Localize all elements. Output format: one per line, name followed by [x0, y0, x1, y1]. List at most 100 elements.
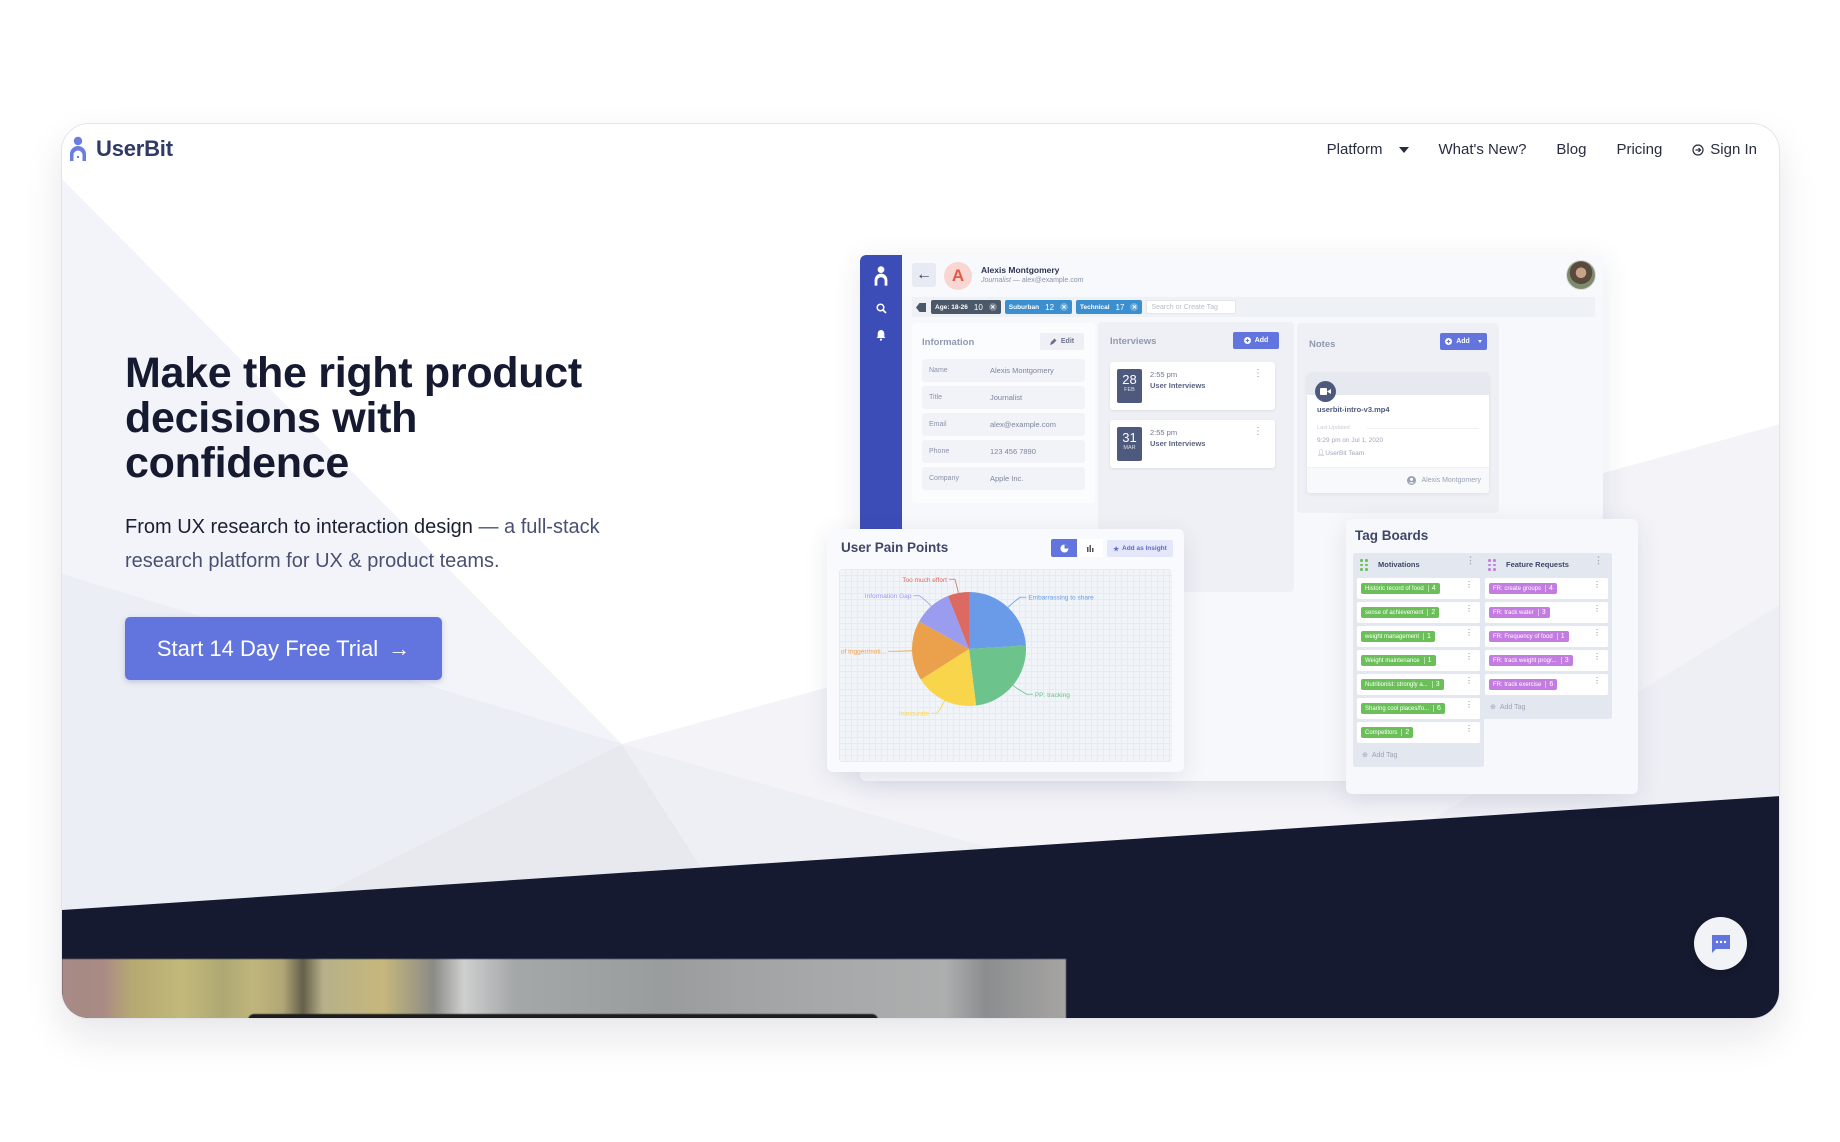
pie-chart-toggle[interactable]: [1051, 539, 1077, 557]
hero-headline: Make the right product decisions with co…: [125, 349, 582, 487]
kebab-menu-icon[interactable]: ⋮: [1465, 701, 1473, 709]
tag-pill[interactable]: weight management 1: [1361, 631, 1435, 642]
chat-widget-button[interactable]: [1694, 917, 1747, 970]
tag-bar: Age: 18-26 10 ✕ Suburban 12 ✕ Technical 17 ✕ Sea…: [912, 297, 1595, 317]
kebab-menu-icon[interactable]: ⋮: [1593, 605, 1601, 613]
caret-down-icon: [1477, 340, 1482, 343]
kebab-menu-icon[interactable]: ⋮: [1465, 725, 1473, 733]
kebab-menu-icon[interactable]: ⋮: [1465, 677, 1473, 685]
nav-platform-dropdown[interactable]: Platform: [1327, 141, 1409, 158]
tag-search-input[interactable]: Search or Create Tag: [1146, 300, 1237, 314]
tag-row: Sharing cool places/fo... 6 ⋮: [1357, 698, 1480, 719]
subtitle-emphasis: From UX research to interaction design: [125, 516, 473, 538]
tag-count: 3: [1537, 609, 1546, 616]
date-day: 28: [1122, 372, 1137, 387]
drag-handle-icon[interactable]: [1488, 559, 1496, 571]
interview-title: User Interviews: [1150, 439, 1206, 448]
info-value: Journalist: [990, 393, 1023, 402]
note-card[interactable]: userbit-intro-v3.mp4 Last Updated 9:29 p…: [1307, 373, 1489, 493]
nav-platform-label: Platform: [1326, 141, 1383, 158]
tag-chip-count: 17: [1115, 302, 1125, 312]
remove-tag-icon[interactable]: ✕: [988, 303, 997, 311]
remove-tag-icon[interactable]: ✕: [1060, 303, 1069, 311]
kebab-menu-icon[interactable]: ⋮: [1465, 581, 1473, 589]
kebab-menu-icon[interactable]: ⋮: [1465, 605, 1473, 613]
tag-pill[interactable]: FR: Frequency of food 1: [1489, 631, 1569, 642]
pie-slice-label: Embarrassing to share: [1028, 595, 1094, 602]
tag-label: weight management: [1365, 633, 1420, 640]
tag-chip-label: Suburban: [1008, 303, 1040, 311]
tag-chip[interactable]: Suburban 12 ✕: [1004, 300, 1073, 314]
bar-chart-toggle[interactable]: [1077, 539, 1103, 557]
bell-icon[interactable]: [860, 329, 902, 341]
start-trial-button[interactable]: Start 14 Day Free Trial →: [125, 617, 442, 680]
add-insight-label: Add as Insight: [1122, 545, 1167, 552]
kebab-menu-icon[interactable]: ⋮: [1593, 653, 1601, 661]
tag-chip[interactable]: Technical 17 ✕: [1076, 300, 1143, 314]
kebab-menu-icon[interactable]: ⋮: [1465, 629, 1473, 637]
user-pain-points-card: User Pain Points ★ Add as Insight Embarra…: [827, 529, 1184, 772]
notes-panel: Notes Add userbit-intro-v3.mp4 Last Upda…: [1297, 323, 1499, 513]
app-logo-icon[interactable]: [860, 265, 902, 287]
pencil-icon: [1049, 338, 1057, 345]
add-interview-button[interactable]: Add: [1233, 332, 1279, 349]
tag-pill[interactable]: FR: create groups 4: [1489, 583, 1557, 594]
info-row: Phone 123 456 7890: [922, 440, 1085, 463]
pie-label-leader: [913, 595, 932, 607]
edit-button[interactable]: Edit: [1040, 333, 1084, 350]
tag-pill[interactable]: FR: track exercise 6: [1489, 679, 1558, 690]
nav-pricing[interactable]: Pricing: [1616, 141, 1662, 158]
add-note-button[interactable]: Add: [1440, 333, 1487, 350]
kebab-menu-icon[interactable]: ⋮: [1465, 653, 1473, 661]
kebab-menu-icon[interactable]: ⋮: [1466, 556, 1475, 565]
back-arrow-icon[interactable]: ←: [912, 263, 936, 287]
tag-pill[interactable]: Nutritionist: strongly a... 3: [1361, 679, 1444, 690]
tag-board-column: Motivations ⋮ Historic record of food 4 ⋮ sen…: [1353, 553, 1484, 767]
person-name: Alexis Montgomery: [981, 265, 1060, 275]
tag-pill[interactable]: Weight maintenance 1: [1361, 655, 1436, 666]
tag-pill[interactable]: FR: track weight progr... 3: [1489, 655, 1573, 666]
profile-header: [902, 255, 1603, 295]
interviews-title: Interviews: [1110, 336, 1157, 347]
tag-label: Weight maintenance: [1365, 657, 1420, 664]
arrow-right-icon: →: [388, 635, 411, 661]
pie-slice-label: Too much effort: [902, 577, 947, 584]
kebab-menu-icon[interactable]: ⋮: [1253, 369, 1263, 379]
interview-card[interactable]: 31 MAR 2:55 pm User Interviews ⋮: [1110, 420, 1275, 468]
add-tag-label: Add Tag: [1499, 703, 1526, 711]
remove-tag-icon[interactable]: ✕: [1130, 303, 1139, 311]
kebab-menu-icon[interactable]: ⋮: [1593, 581, 1601, 589]
kebab-menu-icon[interactable]: ⋮: [1593, 677, 1601, 685]
add-as-insight-button[interactable]: ★ Add as Insight: [1107, 540, 1173, 557]
tag-row: FR: create groups 4 ⋮: [1485, 578, 1608, 599]
add-tag-button[interactable]: ⊕ Add Tag: [1353, 743, 1484, 767]
tag-pill[interactable]: sense of achievement 2: [1361, 607, 1440, 618]
edit-label: Edit: [1060, 338, 1075, 345]
pie-slice[interactable]: [969, 645, 1026, 706]
tag-pill[interactable]: FR: track water 3: [1489, 607, 1550, 618]
drag-handle-icon[interactable]: [1360, 559, 1368, 571]
tag-pill[interactable]: Historic record of food 4: [1361, 583, 1440, 594]
info-row: Email alex@example.com: [922, 413, 1085, 436]
tag-count: 6: [1545, 681, 1553, 688]
logo[interactable]: UserBit: [68, 136, 173, 162]
search-icon[interactable]: [860, 303, 902, 314]
nav-sign-in[interactable]: Sign In: [1692, 141, 1757, 158]
tag-label: FR: create groups: [1493, 585, 1542, 592]
tag-chip[interactable]: Age: 18-26 10 ✕: [931, 300, 1001, 314]
add-tag-button[interactable]: ⊕ Add Tag: [1481, 695, 1612, 719]
tag-row: sense of achievement 2 ⋮: [1357, 602, 1480, 623]
pie-slice[interactable]: [969, 592, 1026, 649]
chat-bubble-icon: [1711, 934, 1730, 953]
kebab-menu-icon[interactable]: ⋮: [1593, 629, 1601, 637]
current-user-avatar[interactable]: [1566, 260, 1596, 290]
nav-blog[interactable]: Blog: [1556, 141, 1586, 158]
kebab-menu-icon[interactable]: ⋮: [1253, 427, 1263, 437]
nav-whats-new[interactable]: What's New?: [1439, 141, 1527, 158]
interview-card[interactable]: 28 FEB 2:55 pm User Interviews ⋮: [1110, 362, 1275, 410]
tag-count: 2: [1401, 729, 1409, 736]
kebab-menu-icon[interactable]: ⋮: [1594, 556, 1603, 565]
tag-pill[interactable]: Competitors 2: [1361, 727, 1414, 738]
bar-chart-icon: [1086, 545, 1093, 552]
tag-pill[interactable]: Sharing cool places/fo... 6: [1361, 703, 1445, 714]
